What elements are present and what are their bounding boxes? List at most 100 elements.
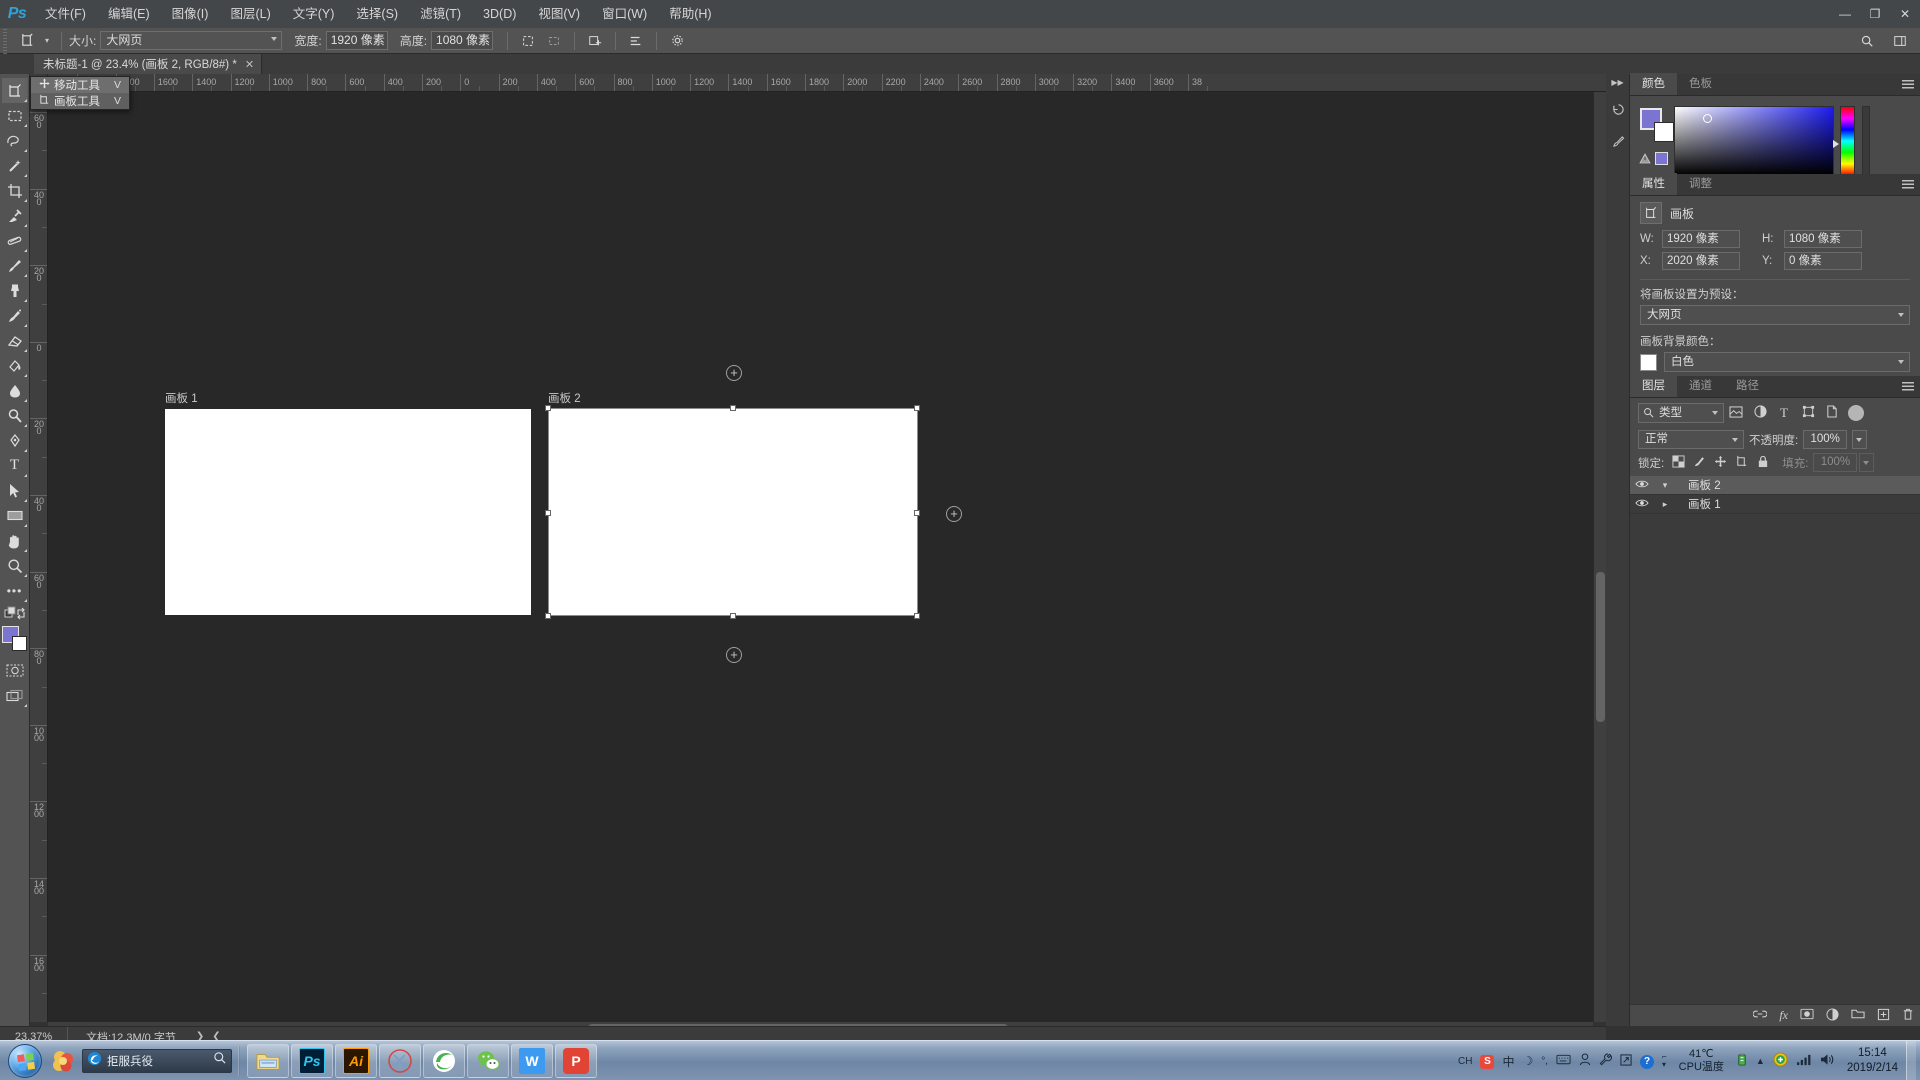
taskbar-app-360-browser[interactable] [423,1044,465,1078]
background-color-swatch[interactable] [12,636,27,651]
fill-stepper[interactable] [1859,453,1874,472]
layer-row-artboard-2[interactable]: ▾ 画板 2 [1630,476,1920,495]
menu-window[interactable]: 窗口(W) [591,0,658,28]
lock-transparency-icon[interactable] [1669,455,1688,471]
fill-value[interactable]: 100% [1813,453,1857,472]
menu-help[interactable]: 帮助(H) [658,0,722,28]
tool-artboard[interactable] [2,78,28,103]
tab-properties[interactable]: 属性 [1630,173,1677,195]
close-button[interactable]: ✕ [1890,0,1920,28]
filter-toggle-switch[interactable] [1848,405,1864,421]
tool-rectangle[interactable] [2,503,28,528]
selection-handle-br[interactable] [914,613,920,619]
tool-pen[interactable] [2,428,28,453]
tool-eraser[interactable] [2,328,28,353]
brushes-panel-icon[interactable] [1606,128,1630,154]
tool-dodge[interactable] [2,403,28,428]
layer-visibility-icon[interactable] [1630,479,1654,492]
ime-box-icon[interactable] [1616,1054,1636,1069]
height-input[interactable]: 1080 像素 [431,31,493,50]
ime-expand-icon[interactable]: ⌐▾ [1658,1053,1671,1069]
hue-slider-marker[interactable] [1833,140,1839,148]
tool-gradient[interactable] [2,353,28,378]
tool-preset-caret-icon[interactable]: ▾ [40,36,54,45]
lock-all-icon[interactable] [1753,455,1772,471]
taskbar-app-wechat[interactable] [467,1044,509,1078]
out-of-gamut-warning[interactable] [1639,152,1668,165]
tool-blur[interactable] [2,378,28,403]
add-artboard-icon[interactable] [583,30,607,52]
filter-smart-object-icon[interactable] [1820,405,1844,421]
new-layer-icon[interactable] [1877,1008,1890,1024]
color-panel-swatches[interactable] [1640,108,1674,142]
taskbar-app-pdf-reader[interactable]: P [555,1044,597,1078]
selection-handle-mr[interactable] [914,510,920,516]
search-icon[interactable] [213,1051,227,1070]
tool-path-selection[interactable] [2,478,28,503]
filter-type-icon[interactable]: T [1772,405,1796,421]
bgcolor-select[interactable]: 白色 [1664,352,1910,372]
maximize-button[interactable]: ❐ [1860,0,1890,28]
volume-icon[interactable] [1816,1053,1839,1069]
taskbar-app-photoshop[interactable]: Ps [291,1044,333,1078]
history-panel-icon[interactable] [1606,96,1630,122]
tab-swatches[interactable]: 色板 [1677,73,1724,95]
vertical-ruler[interactable]: 6004002000200400600800100012001400160018… [30,92,48,1022]
ime-chinese-mode[interactable]: 中 [1498,1053,1518,1070]
gamut-replacement-swatch[interactable] [1655,152,1668,165]
help-icon[interactable]: ? [1636,1053,1658,1069]
lock-image-icon[interactable] [1690,455,1709,471]
tool-hand[interactable] [2,528,28,553]
flyout-item-artboard-tool[interactable]: 画板工具 V [31,93,129,109]
canvas-vscroll-thumb[interactable] [1596,572,1605,722]
blend-mode-select[interactable]: 正常 [1638,430,1744,449]
new-group-icon[interactable] [1851,1008,1865,1023]
selection-handle-tr[interactable] [914,405,920,411]
color-swatches[interactable] [1,626,29,652]
settings-gear-icon[interactable] [665,30,689,52]
network-signal-icon[interactable] [1792,1053,1816,1069]
add-artboard-top[interactable]: + [726,365,742,381]
canvas-vertical-scrollbar[interactable] [1593,92,1606,1022]
flyout-item-move-tool[interactable]: 移动工具 V [31,77,129,93]
selection-handle-tc[interactable] [730,405,736,411]
width-input[interactable]: 1920 像素 [326,31,388,50]
size-select[interactable]: 大网页 [100,31,282,50]
menu-select[interactable]: 选择(S) [345,0,409,28]
layer-visibility-icon[interactable] [1630,498,1654,511]
layer-filter-kind-select[interactable]: 类型 [1638,403,1724,423]
workspace-switcher-icon[interactable] [1888,30,1912,52]
layer-style-icon[interactable]: fx [1779,1008,1788,1023]
menu-type[interactable]: 文字(Y) [282,0,346,28]
artboard-preset-2-icon[interactable] [542,30,566,52]
properties-panel-menu-icon[interactable] [1902,180,1914,190]
tool-zoom[interactable] [2,553,28,578]
show-desktop-button[interactable] [1906,1041,1916,1080]
ime-moon-icon[interactable]: ☽ [1518,1054,1537,1068]
cpu-temp-tray[interactable]: 41℃ CPU温度 [1671,1048,1732,1074]
tool-brush[interactable] [2,253,28,278]
filter-pixel-icon[interactable] [1724,406,1748,421]
delete-layer-icon[interactable] [1902,1008,1914,1024]
filter-adjustment-icon[interactable] [1748,405,1772,421]
ime-ch-indicator[interactable]: CH [1454,1056,1476,1067]
link-layers-icon[interactable] [1753,1008,1767,1023]
filter-shape-icon[interactable] [1796,405,1820,421]
collapse-panels-icon[interactable]: ▶▶ [1606,74,1629,90]
add-artboard-right[interactable]: + [946,506,962,522]
selection-handle-bl[interactable] [545,613,551,619]
bgcolor-swatch[interactable] [1640,354,1657,371]
color-picker-ring[interactable] [1703,114,1712,123]
layers-panel-menu-icon[interactable] [1902,382,1914,392]
artboard-1-label[interactable]: 画板 1 [165,390,198,406]
layer-collapse-icon[interactable]: ▸ [1654,499,1676,510]
tool-healing-brush[interactable] [2,228,28,253]
taskbar-app-file-explorer[interactable] [247,1044,289,1078]
default-colors-icon[interactable] [2,603,28,623]
tab-layers[interactable]: 图层 [1630,375,1677,397]
opacity-value[interactable]: 100% [1803,430,1847,449]
menu-view[interactable]: 视图(V) [527,0,591,28]
selection-handle-tl[interactable] [545,405,551,411]
tab-paths[interactable]: 路径 [1724,375,1771,397]
add-artboard-bottom[interactable]: + [726,647,742,663]
